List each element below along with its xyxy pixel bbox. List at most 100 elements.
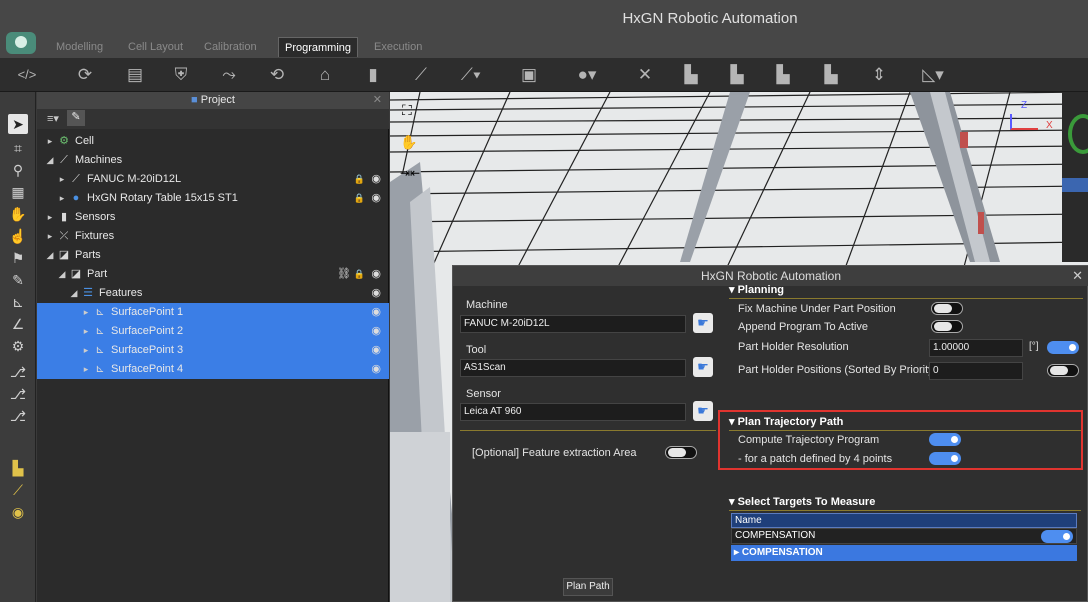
- probe-path-icon[interactable]: ▙: [8, 458, 28, 478]
- pen-icon[interactable]: ✎: [8, 270, 28, 290]
- camera-icon[interactable]: ●▾: [576, 64, 598, 86]
- lock-icon[interactable]: 🔒: [354, 265, 365, 284]
- tree-item[interactable]: ▸ ⟋ FANUC M-20iD12L ◉ 🔒: [37, 170, 389, 189]
- visibility-eye-icon[interactable]: ◉: [371, 170, 381, 189]
- tree-item[interactable]: ▸ ▮ Sensors: [37, 208, 389, 227]
- expand-caret-icon[interactable]: ▸: [57, 189, 67, 208]
- lock-icon[interactable]: 🔒: [354, 170, 365, 189]
- visibility-eye-icon[interactable]: ◉: [371, 341, 381, 360]
- expand-caret-icon[interactable]: ▸: [81, 303, 91, 322]
- visibility-eye-icon[interactable]: ◉: [371, 189, 381, 208]
- grid-icon[interactable]: ▦: [8, 182, 28, 202]
- target-group-row[interactable]: ▸ COMPENSATION: [731, 545, 1077, 561]
- tool-field[interactable]: AS1Scan: [460, 359, 686, 377]
- visibility-eye-icon[interactable]: ◉: [371, 284, 381, 303]
- robot-arm-small-icon[interactable]: ⟋: [8, 480, 28, 500]
- append-program-toggle[interactable]: [931, 320, 963, 333]
- holder-positions-field[interactable]: 0: [929, 362, 1023, 380]
- holder-resolution-toggle[interactable]: [1047, 341, 1079, 354]
- tree-item[interactable]: ▸ ⊾ SurfacePoint 3 ◉: [37, 341, 389, 360]
- path-icon[interactable]: ⤳: [218, 64, 240, 86]
- tree-item[interactable]: ▸ ⤫ Fixtures: [37, 227, 389, 246]
- expand-caret-icon[interactable]: ▸: [81, 360, 91, 379]
- robot-arm-menu-icon[interactable]: ⟋▾: [460, 64, 482, 86]
- expand-caret-icon[interactable]: ▸: [45, 132, 55, 151]
- target-toggle[interactable]: [1041, 530, 1073, 543]
- tab-programming[interactable]: Programming: [278, 37, 359, 57]
- robot-arm-icon[interactable]: ⟋: [410, 64, 432, 86]
- expand-caret-icon[interactable]: ◢: [45, 246, 55, 265]
- expand-caret-icon[interactable]: ◢: [45, 151, 55, 170]
- targets-row[interactable]: COMPENSATION: [731, 528, 1077, 544]
- tree-item[interactable]: ▸ ⚙ Cell: [37, 132, 389, 151]
- code-toggle-icon[interactable]: </>: [16, 64, 38, 86]
- marker-icon[interactable]: ⌗: [8, 138, 28, 158]
- link-icon[interactable]: ⛓: [337, 265, 351, 284]
- close-icon[interactable]: ✕: [373, 93, 382, 106]
- angle-icon[interactable]: ∠: [8, 314, 28, 334]
- tree-item[interactable]: ▸ ● HxGN Rotary Table 15x15 ST1 ◉ 🔒: [37, 189, 389, 208]
- holder-resolution-field[interactable]: 1.00000: [929, 339, 1023, 357]
- robot-path-icon[interactable]: ⟲: [266, 64, 288, 86]
- planning-header[interactable]: ▾ Planning: [729, 282, 784, 298]
- expand-caret-icon[interactable]: ◢: [69, 284, 79, 303]
- wrench-icon[interactable]: ✎: [67, 110, 85, 126]
- expand-caret-icon[interactable]: ◢: [57, 265, 67, 284]
- lock-icon[interactable]: 🔒: [354, 189, 365, 208]
- dialog-close-icon[interactable]: ✕: [1072, 268, 1083, 284]
- expand-caret-icon[interactable]: ▸: [45, 227, 55, 246]
- pin-icon[interactable]: ⇕: [868, 64, 890, 86]
- robot-home-icon[interactable]: ⌂: [314, 64, 336, 86]
- select-pointer-icon[interactable]: ➤: [8, 114, 28, 134]
- frame-icon[interactable]: ⛶: [402, 102, 412, 119]
- visibility-eye-icon[interactable]: ◉: [371, 360, 381, 379]
- tab-execution[interactable]: Execution: [368, 37, 428, 57]
- robot-ab-icon[interactable]: ▙: [680, 64, 702, 86]
- program-list-icon[interactable]: ▤: [124, 64, 146, 86]
- robot-c-icon[interactable]: ▙: [772, 64, 794, 86]
- robot-setting-icon[interactable]: ⚙: [8, 336, 28, 356]
- axis-icon[interactable]: ⊾: [8, 292, 28, 312]
- robot-ac-icon[interactable]: ▙: [726, 64, 748, 86]
- location-icon[interactable]: ⚑: [8, 248, 28, 268]
- visibility-eye-icon[interactable]: ◉: [371, 322, 381, 341]
- rotary-icon[interactable]: ◉: [8, 502, 28, 522]
- plan-path-button[interactable]: Plan Path: [563, 578, 613, 596]
- point-add-icon[interactable]: ⚲: [8, 160, 28, 180]
- touch-icon[interactable]: ☝: [8, 226, 28, 246]
- expand-caret-icon[interactable]: ▸: [81, 322, 91, 341]
- measure-icon[interactable]: ◺▾: [916, 64, 950, 86]
- machine-pick-button[interactable]: ☛: [693, 313, 713, 333]
- list-menu-icon[interactable]: ≡▾: [47, 112, 59, 125]
- tab-cell-layout[interactable]: Cell Layout: [122, 37, 189, 57]
- program-icon[interactable]: ⎇: [8, 362, 28, 382]
- fix-machine-toggle[interactable]: [931, 302, 963, 315]
- teach-icon[interactable]: ✋: [8, 204, 28, 224]
- tree-item[interactable]: ▸ ⊾ SurfacePoint 2 ◉: [37, 322, 389, 341]
- machine-field[interactable]: FANUC M-20iD12L: [460, 315, 686, 333]
- tab-modelling[interactable]: Modelling: [50, 37, 109, 57]
- visibility-eye-icon[interactable]: ◉: [371, 265, 381, 284]
- tree-item[interactable]: ▸ ⊾ SurfacePoint 4 ◉: [37, 360, 389, 379]
- tools-icon[interactable]: ✕: [634, 64, 656, 86]
- rotate-icon[interactable]: ⟳: [74, 64, 96, 86]
- tree-item[interactable]: ◢ ⟋ Machines: [37, 151, 389, 170]
- hand-pan-icon[interactable]: ✋: [400, 134, 417, 151]
- expand-caret-icon[interactable]: ▸: [57, 170, 67, 189]
- tree-item[interactable]: ◢ ◪ Parts: [37, 246, 389, 265]
- tree-item[interactable]: ◢ ☰ Features ◉: [37, 284, 389, 303]
- sensor-pick-button[interactable]: ☛: [693, 401, 713, 421]
- expand-caret-icon[interactable]: ▸: [45, 208, 55, 227]
- shrink-icon[interactable]: ⇥⇤: [400, 166, 420, 180]
- robot-config-icon[interactable]: ⎇: [8, 384, 28, 404]
- expand-caret-icon[interactable]: ▸: [81, 341, 91, 360]
- tree-item[interactable]: ◢ ◪ Part ◉ 🔒 ⛓: [37, 265, 389, 284]
- robot-lock-icon[interactable]: ▙: [820, 64, 842, 86]
- visibility-eye-icon[interactable]: ◉: [371, 303, 381, 322]
- shield-icon[interactable]: ⛨: [170, 64, 192, 86]
- robot-run-icon[interactable]: ⎇: [8, 406, 28, 426]
- screen-icon[interactable]: ▣: [518, 64, 540, 86]
- probe-icon[interactable]: ▮: [362, 64, 384, 86]
- feature-area-toggle[interactable]: [665, 446, 697, 459]
- sensor-field[interactable]: Leica AT 960: [460, 403, 686, 421]
